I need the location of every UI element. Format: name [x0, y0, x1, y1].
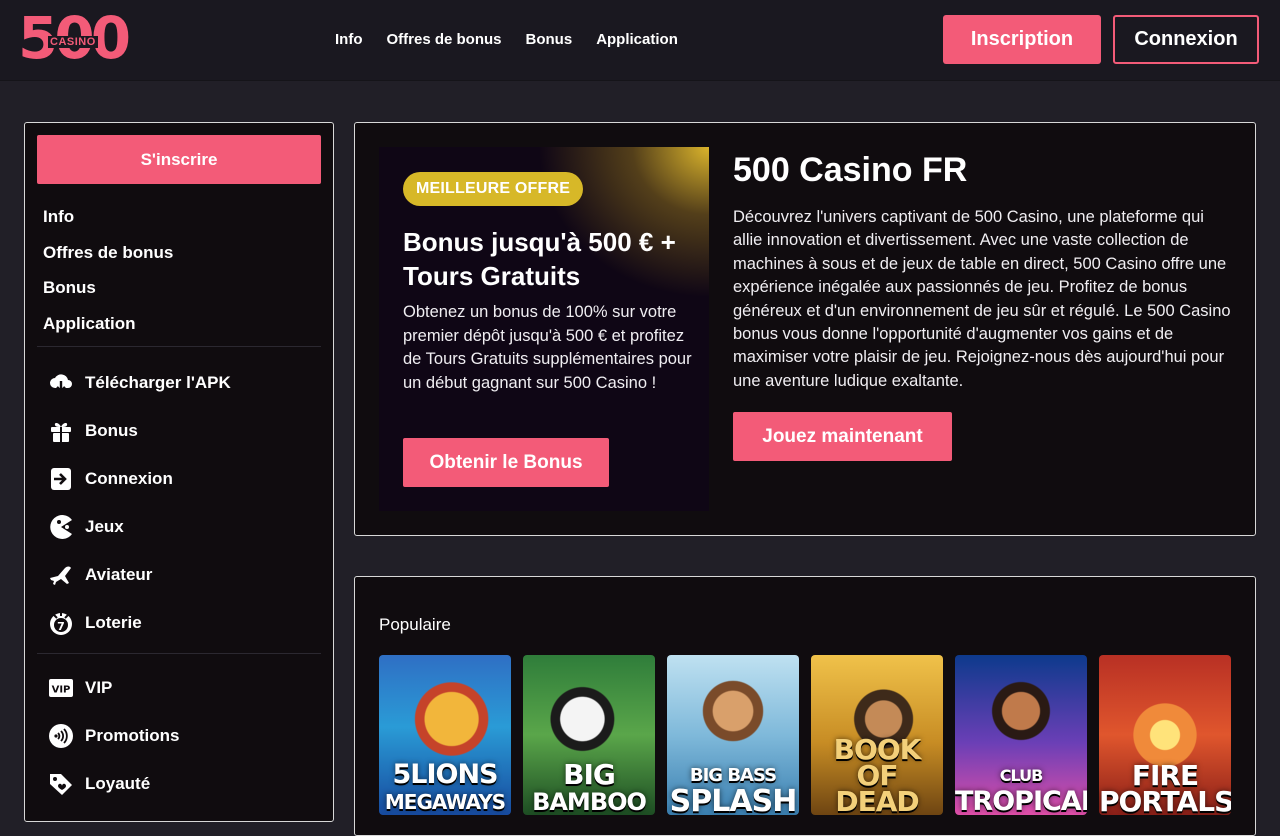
sidebar-divider — [37, 653, 321, 654]
svg-text:7: 7 — [57, 620, 65, 633]
sidebar-links: Info Offres de bonus Bonus Application — [43, 207, 173, 349]
get-bonus-button[interactable]: Obtenir le Bonus — [403, 438, 609, 487]
nav-link-info[interactable]: Info — [335, 31, 363, 48]
game-tile-club-tropicana[interactable]: CLUBTROPICANA — [955, 655, 1087, 815]
game-tile-fire-portals[interactable]: FIRE PORTALS — [1099, 655, 1231, 815]
svg-text:VIP: VIP — [52, 685, 71, 696]
login-icon — [47, 465, 75, 493]
loyalty-tag-icon — [47, 770, 75, 798]
hero-panel: MEILLEURE OFFRE Bonus jusqu'à 500 € + To… — [354, 122, 1256, 536]
best-offer-badge: MEILLEURE OFFRE — [403, 172, 584, 206]
nav-link-offres-de-bonus[interactable]: Offres de bonus — [387, 31, 502, 48]
promo-card: MEILLEURE OFFRE Bonus jusqu'à 500 € + To… — [379, 147, 709, 511]
sidebar-item-jeux[interactable]: Jeux — [47, 512, 124, 542]
sidebar-item-label: VIP — [85, 678, 113, 697]
popular-games-panel: Populaire 5LIONS MEGAWAYS BIG BAMBOO BIG B… — [354, 576, 1256, 836]
nav-link-application[interactable]: Application — [596, 31, 678, 48]
promo-title: Bonus jusqu'à 500 € + Tours Gratuits — [403, 227, 676, 291]
game-tile-book-of-dead[interactable]: BOOK OF DEAD — [811, 655, 943, 815]
sidebar-link-info[interactable]: Info — [43, 207, 173, 243]
top-header: 500 CASINO Info Offres de bonus Bonus Ap… — [0, 0, 1280, 80]
plane-icon — [47, 561, 75, 589]
games-section-title: Populaire — [379, 615, 451, 634]
game-tile-big-bass-splash[interactable]: BIG BASS SPLASH — [667, 655, 799, 815]
sidebar-item-label: Promotions — [85, 726, 180, 745]
game-title: BOOK OF DEAD — [833, 733, 922, 816]
sidebar-item-vip[interactable]: VIP VIP — [47, 673, 112, 703]
game-title: BIG BAMBOO — [532, 758, 647, 816]
game-title: CLUBTROPICANA — [955, 766, 1087, 815]
vip-icon: VIP — [47, 674, 75, 702]
casino-logo[interactable]: 500 CASINO — [18, 6, 131, 70]
sidebar-item-loyaute[interactable]: Loyauté — [47, 769, 150, 799]
sidebar: S'inscrire Info Offres de bonus Bonus Ap… — [24, 122, 334, 822]
lottery-icon: 7 — [47, 609, 75, 637]
sidebar-link-offres-de-bonus[interactable]: Offres de bonus — [43, 243, 173, 279]
nav-link-bonus[interactable]: Bonus — [526, 31, 573, 48]
game-title: FIRE PORTALS — [1099, 759, 1231, 816]
sidebar-item-bonus[interactable]: Bonus — [47, 416, 138, 446]
gift-icon — [47, 417, 75, 445]
sidebar-item-label: Télécharger l'APK — [85, 373, 231, 392]
game-title: BIG BASS SPLASH — [669, 765, 798, 815]
sidebar-item-label: Connexion — [85, 469, 173, 488]
sidebar-link-bonus[interactable]: Bonus — [43, 278, 173, 314]
hero-description: Découvrez l'univers captivant de 500 Cas… — [733, 208, 1231, 390]
game-title: 5LIONS MEGAWAYS — [384, 759, 506, 814]
sidebar-item-label: Loterie — [85, 613, 142, 632]
sidebar-signup-button[interactable]: S'inscrire — [37, 135, 321, 184]
sidebar-item-connexion[interactable]: Connexion — [47, 464, 173, 494]
sidebar-item-promotions[interactable]: Promotions — [47, 721, 179, 751]
sidebar-item-label: Aviateur — [85, 565, 153, 584]
promotions-icon — [47, 722, 75, 750]
sidebar-item-apk[interactable]: Télécharger l'APK — [47, 368, 231, 398]
sidebar-item-label: Bonus — [85, 421, 138, 440]
top-nav: Info Offres de bonus Bonus Application — [335, 31, 678, 48]
sidebar-item-loterie[interactable]: 7 Loterie — [47, 608, 142, 638]
sidebar-divider — [37, 346, 321, 347]
logo-word: CASINO — [48, 36, 98, 48]
play-now-button[interactable]: Jouez maintenant — [733, 412, 952, 461]
pacman-icon — [47, 513, 75, 541]
game-tile-5-lions-megaways[interactable]: 5LIONS MEGAWAYS — [379, 655, 511, 815]
promo-text: Obtenez un bonus de 100% sur votre premi… — [403, 303, 692, 392]
sidebar-item-label: Jeux — [85, 517, 124, 536]
sidebar-item-label: Loyauté — [85, 774, 151, 793]
connexion-button[interactable]: Connexion — [1113, 15, 1259, 64]
sidebar-link-application[interactable]: Application — [43, 314, 173, 350]
page-title: 500 Casino FR — [733, 151, 968, 189]
sidebar-item-aviateur[interactable]: Aviateur — [47, 560, 152, 590]
game-tile-big-bamboo[interactable]: BIG BAMBOO — [523, 655, 655, 815]
download-cloud-icon — [47, 369, 75, 397]
inscription-button[interactable]: Inscription — [943, 15, 1101, 64]
